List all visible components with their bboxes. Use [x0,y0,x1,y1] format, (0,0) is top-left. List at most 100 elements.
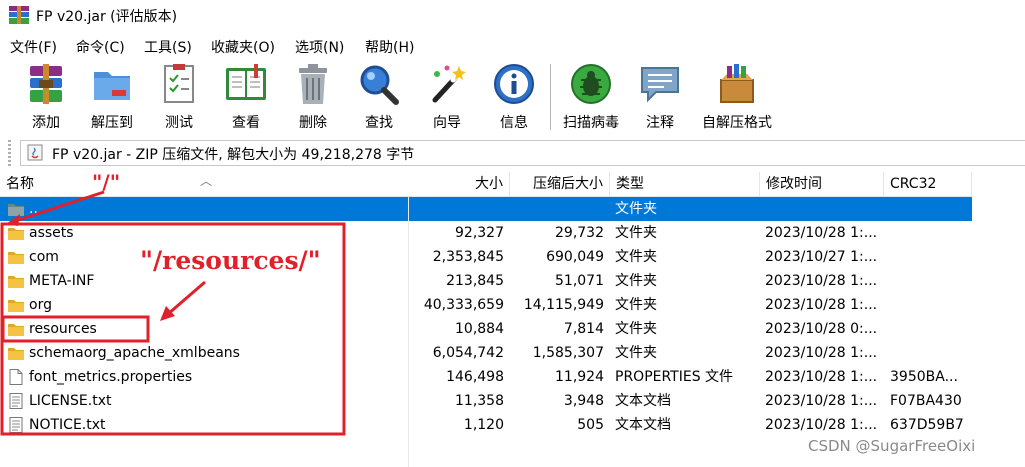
file-type: 文件夹 [615,201,657,217]
file-row[interactable]: LICENSE.txt 11,358 3,948 文本文档 2023/10/28 1:.… [0,389,972,413]
column-crc32[interactable]: CRC32 [884,172,972,196]
file-type: 文件夹 [615,345,657,361]
folder-icon [8,276,24,288]
file-packed: 11,924 [555,369,604,385]
comment-button[interactable]: 注释 [636,62,684,134]
file-row[interactable]: font_metrics.properties 146,498 11,924 PROP… [0,365,972,389]
file-packed: 7,814 [563,321,604,337]
file-size: 213,845 [446,273,504,289]
file-size: 146,498 [446,369,504,385]
file-type: PROPERTIES 文件 [615,369,734,385]
comment-label: 注释 [646,115,674,131]
file-modified: 2023/10/27 1:... [765,249,878,265]
column-header-row: 名称 ︿ 大小 压缩后大小 类型 修改时间 CRC32 [0,172,972,197]
add-archive-icon [30,64,62,104]
list-blank-area [972,172,1025,467]
file-modified [765,197,883,221]
winrar-app-icon [9,6,29,24]
delete-button[interactable]: 删除 [288,62,338,134]
file-packed: 690,049 [546,249,604,265]
folder-icon [8,324,24,336]
file-crc [890,341,970,365]
info-label: 信息 [500,115,528,131]
column-packed-size[interactable]: 压缩后大小 [510,172,610,196]
find-button[interactable]: 查找 [354,62,404,134]
jar-file-icon [27,144,43,161]
file-crc [890,317,970,341]
file-row[interactable]: schemaorg_apache_xmlbeans 6,054,742 1,585,… [0,341,972,365]
info-button[interactable]: 信息 [490,62,538,134]
add-label: 添加 [32,115,60,131]
address-bar[interactable]: FP v20.jar - ZIP 压缩文件, 解包大小为 49,218,278 … [20,140,1025,166]
file-row[interactable]: NOTICE.txt 1,120 505 文本文档 2023/10/28 1:... 63… [0,413,972,437]
file-type: 文件夹 [615,273,657,289]
menu-help[interactable]: 帮助(H) [365,37,414,57]
file-size: 10,884 [455,321,504,337]
file-row[interactable]: .. 文件夹 [0,197,972,221]
file-size: 11,358 [455,393,504,409]
column-name-label: 名称 [6,176,34,192]
menu-favorites[interactable]: 收藏夹(O) [211,37,275,57]
file-crc: F07BA430 [890,393,962,409]
menu-command[interactable]: 命令(C) [76,37,125,57]
wizard-wand-icon [432,65,466,103]
menu-bar: 文件(F) 命令(C) 工具(S) 收藏夹(O) 选项(N) 帮助(H) [0,34,1025,58]
file-type: 文件夹 [615,321,657,337]
text-file-icon [9,393,23,409]
menu-file[interactable]: 文件(F) [10,37,57,57]
file-modified: 2023/10/28 1:... [765,417,878,433]
file-type: 文件夹 [615,249,657,265]
folder-icon [8,228,24,240]
file-size [408,197,504,221]
sort-chevron-icon: ︿ [200,174,213,188]
sfx-button[interactable]: 自解压格式 [696,62,778,134]
file-name: resources [29,321,97,337]
archive-summary: FP v20.jar - ZIP 压缩文件, 解包大小为 49,218,278 … [52,147,415,163]
file-modified: 2023/10/28 1:... [765,369,878,385]
virus-scan-button[interactable]: 扫描病毒 [558,62,624,134]
comment-icon [641,67,679,103]
view-book-icon [226,64,266,100]
column-type[interactable]: 类型 [610,172,760,196]
view-button[interactable]: 查看 [218,62,274,134]
file-size: 1,120 [463,417,504,433]
file-row[interactable]: assets 92,327 29,732 文件夹 2023/10/28 1:... [0,221,972,245]
file-crc [890,245,970,269]
file-packed: 1,585,307 [532,345,604,361]
toolbar-separator [550,64,551,130]
file-crc: 637D59B7 [890,417,964,433]
window-title: FP v20.jar (评估版本) [36,9,178,25]
file-name: LICENSE.txt [29,393,112,409]
menu-tools[interactable]: 工具(S) [144,37,192,57]
file-list: 名称 ︿ 大小 压缩后大小 类型 修改时间 CRC32 .. 文件夹 assets 9… [0,172,1025,467]
column-modified[interactable]: 修改时间 [760,172,884,196]
folder-icon [8,300,24,312]
file-name: org [29,297,52,313]
view-label: 查看 [232,115,260,131]
file-size: 6,054,742 [432,345,504,361]
menu-options[interactable]: 选项(N) [295,37,344,57]
find-label: 查找 [365,115,393,131]
file-name: NOTICE.txt [29,417,106,433]
add-button[interactable]: 添加 [20,62,72,134]
file-packed: 505 [577,417,604,433]
extract-to-button[interactable]: 解压到 [84,62,140,134]
text-file-icon [9,417,23,433]
file-packed: 14,115,949 [523,297,604,313]
magnifier-icon [360,65,399,105]
wizard-label: 向导 [433,115,461,131]
column-name[interactable]: 名称 ︿ [0,172,408,196]
file-row[interactable]: resources 10,884 7,814 文件夹 2023/10/28 0:... [0,317,972,341]
root-annotation: "/" [92,170,121,194]
column-size[interactable]: 大小 [408,172,510,196]
test-button[interactable]: 测试 [154,62,204,134]
sfx-label: 自解压格式 [702,115,772,131]
title-bar: FP v20.jar (评估版本) [0,0,1025,30]
extract-to-label: 解压到 [91,115,133,131]
file-modified: 2023/10/28 1:... [765,273,878,289]
wizard-button[interactable]: 向导 [422,62,472,134]
file-crc [890,197,970,221]
file-name: font_metrics.properties [29,369,193,385]
file-row[interactable]: org 40,333,659 14,115,949 文件夹 2023/10/28 1:.… [0,293,972,317]
resources-annotation: "/resources/" [140,246,321,275]
